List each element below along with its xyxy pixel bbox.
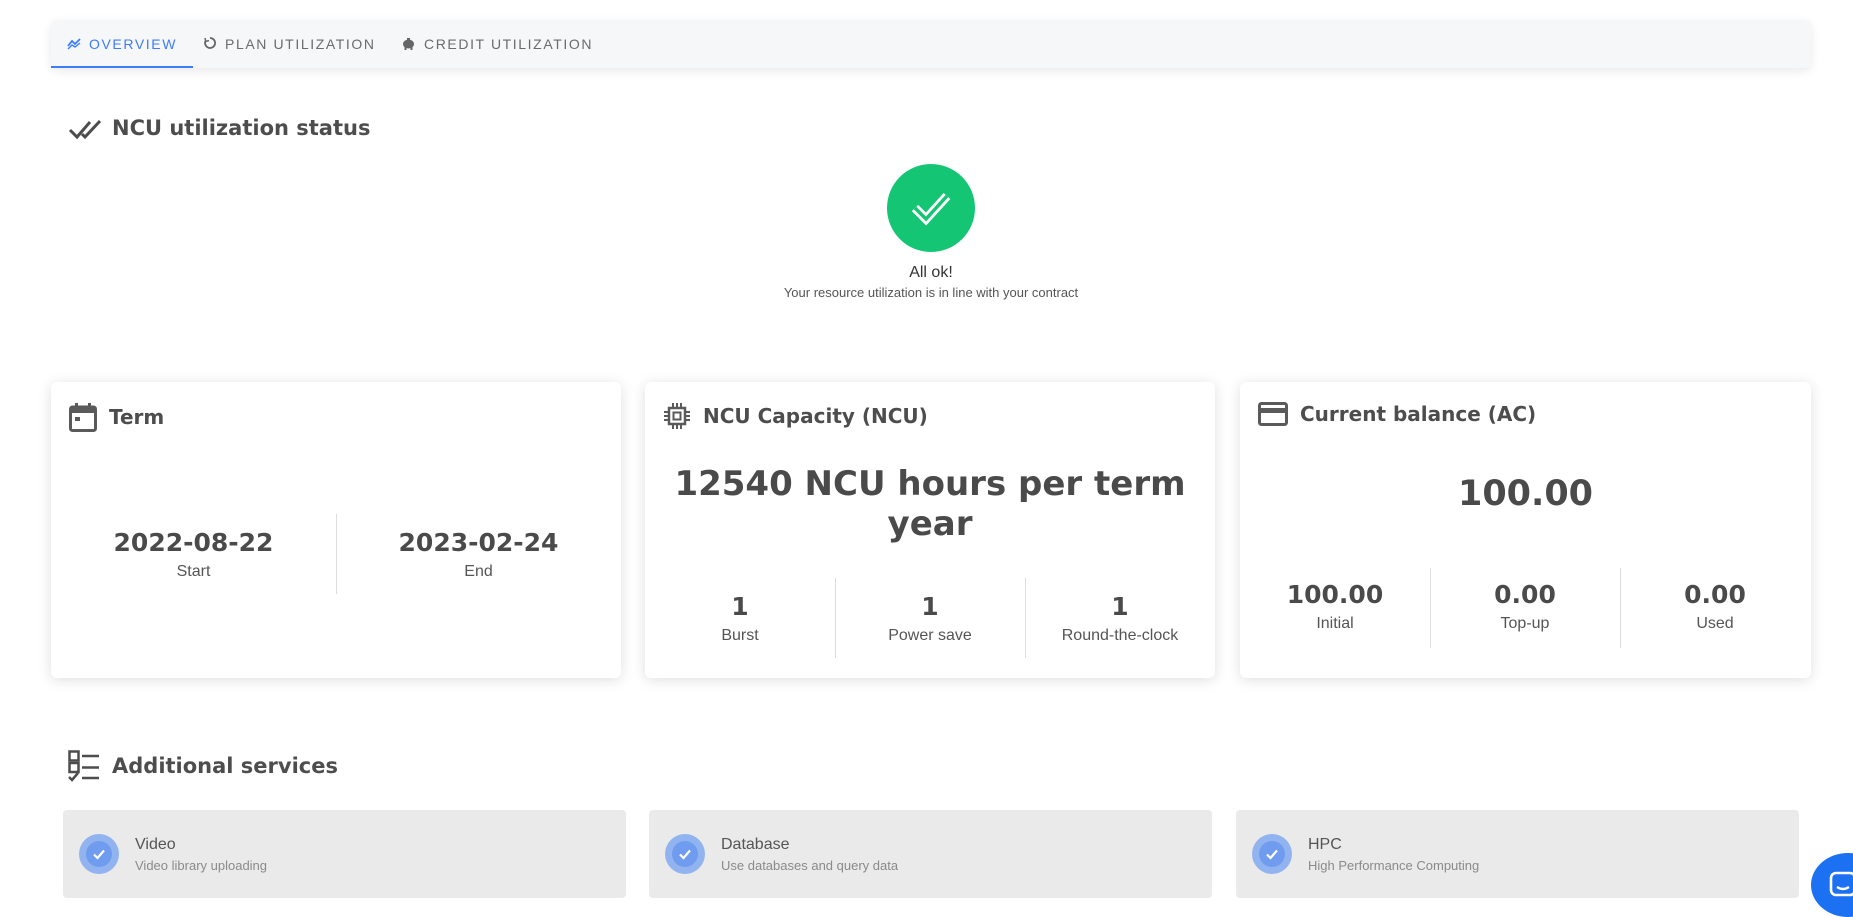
check-circle-icon (79, 834, 119, 874)
service-name: Video (135, 836, 176, 853)
double-check-icon (68, 116, 104, 140)
balance-top-up-value: 0.00 (1494, 580, 1556, 609)
capacity-card-title: NCU Capacity (NCU) (703, 404, 928, 428)
service-name: HPC (1308, 836, 1342, 853)
tab-credit-utilization-label: CREDIT UTILIZATION (424, 36, 594, 52)
chip-icon (663, 402, 691, 430)
chat-icon (1829, 871, 1853, 897)
capacity-round-the-clock-value: 1 (1111, 592, 1129, 621)
service-name: Database (721, 836, 790, 853)
service-card-hpc[interactable]: HPC High Performance Computing (1236, 810, 1799, 898)
term-end-label: End (464, 563, 493, 580)
check-circle-icon (665, 834, 705, 874)
capacity-burst-value: 1 (731, 592, 749, 621)
check-circle-icon (1252, 834, 1292, 874)
capacity-power-save-value: 1 (921, 592, 939, 621)
term-card: Term 2022-08-22 Start 2023-02-24 End (51, 382, 621, 678)
additional-services-title: Additional services (68, 750, 338, 782)
term-end-value: 2023-02-24 (398, 528, 559, 557)
term-start: 2022-08-22 Start (81, 528, 306, 581)
capacity-stat-power-save: 1 Power save (835, 592, 1025, 645)
capacity-stat-round-the-clock: 1 Round-the-clock (1025, 592, 1215, 645)
service-description: Video library uploading (135, 858, 268, 873)
term-card-header: Term (69, 402, 164, 432)
capacity-power-save-label: Power save (888, 627, 972, 644)
capacity-burst-label: Burst (721, 627, 759, 644)
status-ok-badge (887, 164, 975, 252)
tab-plan-utilization[interactable]: PLAN UTILIZATION (203, 20, 376, 68)
capacity-stat-burst: 1 Burst (645, 592, 835, 645)
tab-bar: OVERVIEW PLAN UTILIZATION CREDIT UTILIZA… (50, 20, 1811, 68)
capacity-card: NCU Capacity (NCU) 12540 NCU hours per t… (645, 382, 1215, 678)
status-section-title-text: NCU utilization status (112, 116, 371, 140)
capacity-round-the-clock-label: Round-the-clock (1061, 627, 1179, 644)
balance-stat-used: 0.00 Used (1620, 580, 1810, 633)
tab-overview-label: OVERVIEW (89, 36, 178, 52)
service-description: Use databases and query data (721, 858, 899, 873)
balance-card-header: Current balance (AC) (1258, 402, 1536, 426)
additional-services-title-text: Additional services (112, 754, 338, 778)
balance-stat-top-up: 0.00 Top-up (1430, 580, 1620, 633)
capacity-card-header: NCU Capacity (NCU) (663, 402, 928, 430)
service-card-database[interactable]: Database Use databases and query data (649, 810, 1212, 898)
term-start-value: 2022-08-22 (113, 528, 274, 557)
balance-initial-label: Initial (1316, 615, 1354, 632)
checklist-icon (68, 750, 104, 782)
service-description: High Performance Computing (1308, 858, 1480, 873)
balance-top-up-label: Top-up (1500, 615, 1550, 632)
refresh-circle-icon (203, 36, 225, 53)
divider (336, 514, 337, 594)
tab-credit-utilization[interactable]: CREDIT UTILIZATION (401, 20, 593, 68)
chat-widget-button[interactable] (1811, 853, 1853, 917)
term-card-title: Term (109, 405, 165, 429)
calendar-icon (69, 402, 97, 432)
service-card-video[interactable]: Video Video library uploading (63, 810, 626, 898)
term-end: 2023-02-24 End (366, 528, 591, 581)
tab-overview[interactable]: OVERVIEW (50, 20, 194, 68)
balance-used-label: Used (1696, 615, 1734, 632)
status-section-title: NCU utilization status (68, 116, 370, 140)
capacity-headline-line2: year (887, 504, 973, 544)
balance-headline: 100.00 (1457, 474, 1594, 514)
overview-chart-icon (67, 36, 89, 53)
piggy-bank-icon (401, 36, 424, 53)
credit-card-icon (1258, 402, 1288, 426)
balance-card-title: Current balance (AC) (1300, 402, 1537, 426)
capacity-headline-line1: 12540 NCU hours per term (674, 464, 1186, 504)
tab-plan-utilization-label: PLAN UTILIZATION (225, 36, 376, 52)
check-icon (911, 192, 951, 226)
status-title: All ok! (909, 264, 953, 281)
balance-initial-value: 100.00 (1286, 580, 1384, 609)
balance-card: Current balance (AC) 100.00 100.00 Initi… (1240, 382, 1811, 678)
status-subtitle: Your resource utilization is in line wit… (783, 285, 1079, 300)
capacity-headline: 12540 NCU hours per term year (645, 464, 1215, 544)
term-start-label: Start (176, 563, 211, 580)
balance-stat-initial: 100.00 Initial (1240, 580, 1430, 633)
balance-used-value: 0.00 (1684, 580, 1746, 609)
